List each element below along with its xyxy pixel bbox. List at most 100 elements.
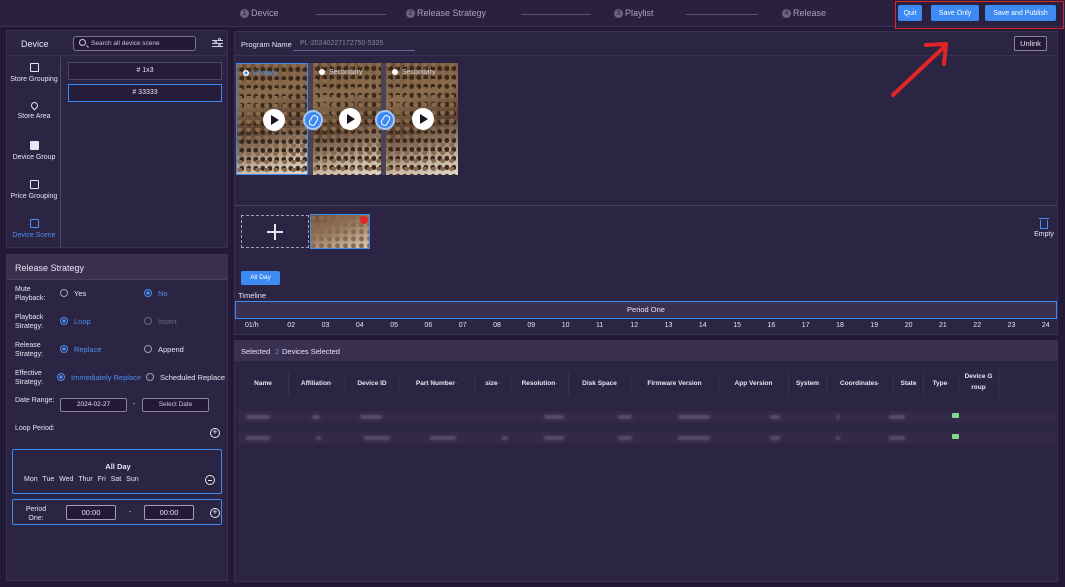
screen-radio-secondary[interactable]: Secondary — [392, 69, 435, 76]
timeline-hour-tick: 05 — [390, 322, 398, 329]
section-divider — [235, 205, 1057, 206]
timeline-period-one[interactable]: Period One — [235, 301, 1057, 319]
remove-period-icon[interactable] — [205, 475, 215, 485]
play-icon[interactable] — [339, 108, 361, 130]
playback-insert-radio[interactable]: Insert — [144, 317, 177, 326]
timeline-hour-tick: 23 — [1007, 322, 1016, 329]
column-header[interactable]: size- — [475, 373, 511, 395]
timeline-hour-tick: 07 — [458, 322, 467, 329]
timeline-hour-tick: 02 — [287, 322, 296, 329]
column-header-label: size — [485, 380, 498, 387]
redacted-cell — [770, 415, 780, 419]
sort-indicator[interactable]: - — [878, 380, 880, 387]
trash-icon — [1039, 218, 1049, 229]
sort-indicator[interactable]: - — [555, 380, 557, 387]
all-day-period-card[interactable]: All Day Mon Tue Wed Thur Fri Sat Sun — [12, 449, 222, 494]
column-header[interactable]: Device G roup — [959, 369, 999, 399]
screen-radio-secondary[interactable]: Secondary — [319, 69, 362, 76]
date-end-input[interactable]: Select Date — [142, 398, 209, 412]
play-icon[interactable] — [263, 109, 285, 131]
timeline-hour-tick: 03 — [321, 322, 330, 329]
filter-sliders-icon[interactable] — [212, 38, 223, 48]
add-media-button[interactable] — [241, 215, 309, 248]
column-header[interactable]: Affiliation- — [289, 373, 346, 395]
step-release-strategy[interactable]: 2 Release Strategy — [406, 8, 486, 18]
search-icon — [79, 39, 86, 46]
timeline-hour-tick: 19 — [870, 322, 879, 329]
playback-loop-radio[interactable]: Loop — [60, 317, 91, 326]
column-header[interactable]: Disk Space — [569, 373, 631, 395]
column-header-label: System — [795, 380, 820, 387]
redacted-cell — [544, 436, 564, 440]
unlink-button[interactable]: Unlink — [1014, 36, 1047, 51]
column-header[interactable]: System — [789, 373, 827, 395]
column-header[interactable]: Device ID — [346, 373, 399, 395]
column-header[interactable]: Type- — [924, 373, 959, 395]
all-day-tab[interactable]: All Day — [241, 271, 280, 285]
column-header[interactable]: Coordinates- — [827, 373, 894, 395]
device-panel-title: Device — [21, 39, 49, 49]
step-playlist[interactable]: 3 Playlist — [614, 8, 654, 18]
device-scene-search-input[interactable]: Search all device scene — [73, 36, 196, 51]
sort-indicator[interactable]: - — [947, 380, 949, 387]
redacted-cell — [678, 415, 710, 419]
nav-device-scene[interactable]: Device Scene — [7, 219, 61, 255]
sort-indicator[interactable]: - — [498, 380, 500, 387]
scene-item-selected[interactable]: # 33333 — [68, 84, 222, 102]
timeline-hour-tick: 18 — [836, 322, 844, 329]
column-header-label: State — [900, 380, 917, 387]
empty-playlist-button[interactable]: Empty — [1030, 218, 1058, 238]
remove-media-icon[interactable] — [360, 216, 368, 224]
link-chain-icon[interactable] — [303, 110, 323, 130]
mute-yes-radio[interactable]: Yes — [60, 289, 86, 298]
nav-store-grouping[interactable]: Store Grouping — [7, 63, 61, 99]
step-release[interactable]: 4 Release — [782, 8, 826, 18]
column-header-label: Part Number — [415, 380, 455, 387]
program-name-input[interactable]: PL-20240227172750-5325 — [293, 38, 415, 51]
column-header-label: Firmware Version — [647, 380, 702, 387]
effective-scheduled-radio[interactable]: Scheduled Replace — [146, 373, 225, 382]
period-end-time-input[interactable]: 00:00 — [144, 505, 194, 520]
nav-store-area[interactable]: Store Area — [7, 100, 61, 138]
step-device[interactable]: 1 Device — [240, 8, 279, 18]
column-header-label: Type — [932, 380, 948, 387]
release-replace-radio[interactable]: Replace — [60, 345, 102, 354]
column-header[interactable]: Name — [238, 373, 289, 395]
column-header[interactable]: Firmware Version — [631, 373, 719, 395]
add-period-icon[interactable]: + — [210, 428, 220, 438]
column-header[interactable]: State — [894, 373, 924, 395]
link-chain-icon[interactable] — [375, 110, 395, 130]
redacted-cell — [836, 436, 840, 440]
table-row[interactable] — [238, 432, 1056, 444]
all-day-title: All Day — [105, 462, 131, 471]
screen-secondary-preview[interactable]: Secondary — [386, 63, 458, 175]
screen-radio-primary[interactable]: Primary — [243, 70, 277, 77]
nav-device-group[interactable]: Device Group — [7, 141, 61, 177]
screen-primary-preview[interactable]: Primary — [236, 63, 308, 175]
mute-no-radio[interactable]: No — [144, 289, 168, 298]
sort-indicator[interactable]: - — [331, 380, 333, 387]
table-row[interactable] — [238, 411, 1056, 423]
date-start-input[interactable]: 2024-02-27 — [60, 398, 127, 412]
timeline-hour-tick: 09 — [527, 322, 536, 329]
column-header[interactable]: Part Number- — [399, 373, 475, 395]
sort-indicator[interactable]: - — [455, 380, 457, 387]
column-header[interactable]: Resolution- — [511, 373, 569, 395]
add-time-period-icon[interactable]: + — [210, 508, 220, 518]
effective-immediate-radio[interactable]: Immediately Replace — [57, 373, 141, 382]
timeline-hour-tick: 10 — [561, 322, 570, 329]
column-header[interactable]: App Version — [719, 373, 789, 395]
timeline-hour-tick: 01/h — [245, 322, 259, 329]
date-range-label: Date Range: — [15, 397, 55, 404]
state-online-indicator — [952, 434, 959, 439]
nav-price-grouping[interactable]: Price Grouping — [7, 180, 61, 216]
playlist-media-item[interactable] — [310, 214, 370, 249]
scene-item[interactable]: # 1x3 — [68, 62, 222, 80]
redacted-cell — [770, 436, 780, 440]
period-start-time-input[interactable]: 00:00 — [66, 505, 116, 520]
play-icon[interactable] — [412, 108, 434, 130]
column-header-label: Device ID — [357, 380, 387, 387]
release-append-radio[interactable]: Append — [144, 345, 184, 354]
timeline-hour-tick: 24 — [1041, 322, 1050, 329]
store-grouping-icon — [29, 63, 39, 72]
